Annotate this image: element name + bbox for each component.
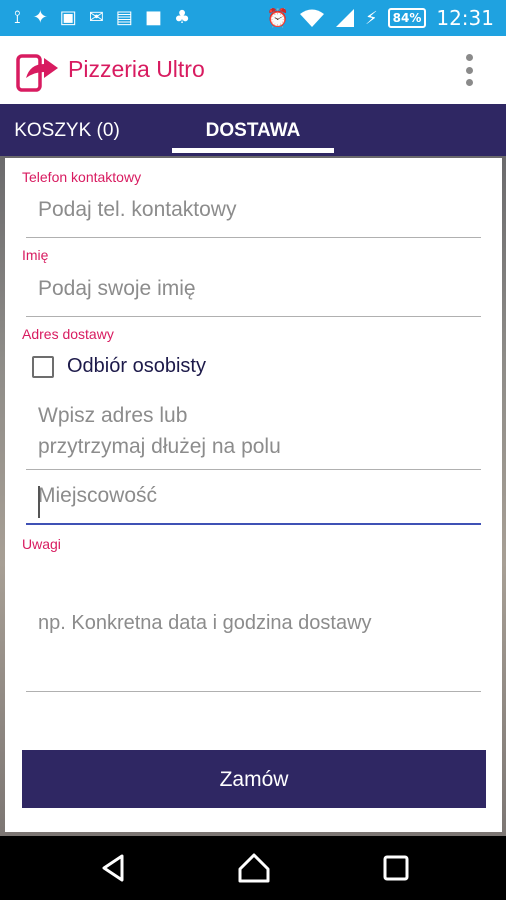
signal-icon (335, 9, 354, 27)
phone-label: Telefon kontaktowy (22, 169, 142, 185)
image-icon: ▣ (59, 7, 77, 28)
battery-indicator: 84% (387, 8, 427, 28)
pickup-checkbox-row[interactable]: Odbiór osobisty (32, 355, 206, 378)
briefcase-icon: ■ (144, 7, 162, 28)
app-bar: Pizzeria Ultro (0, 36, 506, 104)
back-icon[interactable] (96, 850, 132, 886)
clock: 12:31 (436, 6, 494, 30)
recents-icon[interactable] (378, 850, 414, 886)
text-caret (38, 486, 40, 518)
alarm-icon: ⏰ (266, 7, 289, 29)
app-logo-icon (16, 54, 58, 92)
name-input[interactable]: Podaj swoje imię (26, 277, 481, 317)
status-bar: ⟟ ✦ ▣ ✉ ▤ ■ ♣ ⏰ ⚡ 84% 12:31 (0, 0, 506, 36)
address-section-label: Adres dostawy (22, 326, 114, 342)
order-button[interactable]: Zamów (22, 750, 486, 808)
address-placeholder-line1: Wpisz adres lub (38, 404, 188, 427)
navigation-bar (0, 836, 506, 900)
tab-cart[interactable]: KOSZYK (0) (0, 104, 134, 156)
notes-input[interactable]: np. Konkretna data i godzina dostawy (26, 612, 481, 692)
notification-icons: ⟟ ✦ ▣ ✉ ▤ ■ ♣ (14, 7, 190, 29)
system-icons: ⏰ ⚡ 84% 12:31 (267, 6, 494, 30)
phone-input[interactable]: Podaj tel. kontaktowy (26, 198, 481, 238)
city-input[interactable]: Miejscowość (26, 484, 481, 525)
mail-icon: ✉ (88, 7, 104, 28)
tab-indicator (172, 148, 334, 153)
overflow-menu-icon[interactable] (466, 54, 474, 86)
app-title: Pizzeria Ultro (68, 56, 205, 82)
twitter-icon: ✦ (32, 7, 48, 28)
pickup-checkbox-label: Odbiór osobisty (67, 355, 206, 377)
name-label: Imię (22, 247, 49, 263)
address-input[interactable]: Wpisz adres lub przytrzymaj dłużej na po… (26, 400, 481, 470)
address-placeholder-line2: przytrzymaj dłużej na polu (38, 435, 281, 458)
pickup-checkbox[interactable] (32, 355, 54, 378)
usb-icon: ⟟ (14, 7, 21, 28)
home-icon[interactable] (236, 850, 272, 886)
clipboard-icon: ▤ (115, 7, 133, 28)
wifi-icon (299, 9, 324, 27)
notes-label: Uwagi (22, 536, 61, 552)
charging-icon: ⚡ (364, 7, 378, 29)
android-icon: ♣ (173, 7, 191, 28)
